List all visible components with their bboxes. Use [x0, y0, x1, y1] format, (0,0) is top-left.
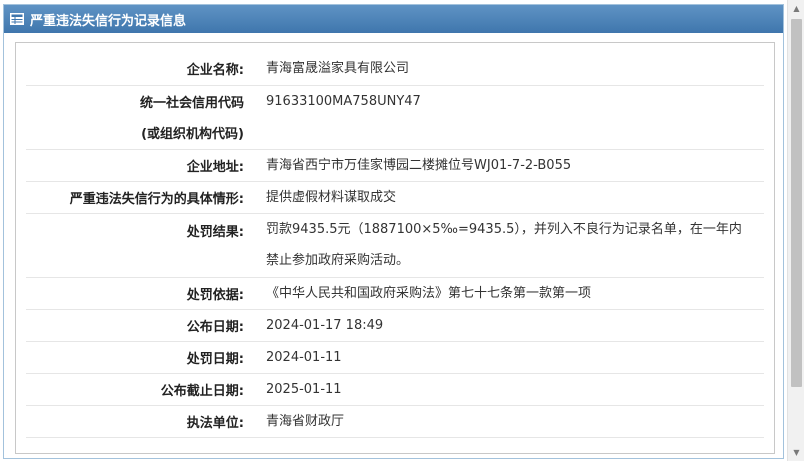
row-company-name: 企业名称: 青海富晟溢家具有限公司 — [26, 53, 764, 85]
row-credit-code: 统一社会信用代码 91633100MA758UNY47 — [26, 85, 764, 117]
table-icon — [10, 13, 24, 25]
row-enforcement-unit: 执法单位: 青海省财政厅 — [26, 405, 764, 437]
label-enforcement-unit: 执法单位: — [186, 415, 244, 431]
label-credit-code: 统一社会信用代码 — [139, 95, 244, 111]
value-violation: 提供虚假材料谋取成交 — [266, 189, 397, 205]
row-credit-code-sub: (或组织机构代码) — [26, 117, 764, 149]
value-company-name: 青海富晟溢家具有限公司 — [266, 61, 410, 77]
value-enforcement-unit: 青海省财政厅 — [266, 413, 345, 429]
record-table-frame: 企业名称: 青海富晟溢家具有限公司 统一社会信用代码 91633100MA758… — [15, 42, 775, 454]
row-violation: 严重违法失信行为的具体情形: 提供虚假材料谋取成交 — [26, 181, 764, 213]
label-org-code: (或组织机构代码) — [141, 127, 244, 143]
value-penalty-date: 2024-01-11 — [266, 349, 342, 365]
scrollbar-thumb[interactable] — [791, 19, 802, 387]
row-publish-date: 公布日期: 2024-01-17 18:49 — [26, 309, 764, 341]
label-penalty-result: 处罚结果: — [186, 224, 244, 240]
value-publish-date: 2024-01-17 18:49 — [266, 317, 384, 333]
value-penalty-result-line1: 罚款9435.5元（1887100×5‰=9435.5），并列入不良行为记录名单… — [266, 222, 742, 237]
label-publish-date: 公布日期: — [186, 319, 244, 335]
label-publish-end-date: 公布截止日期: — [160, 383, 244, 399]
value-address: 青海省西宁市万佳家博园二楼摊位号WJ01-7-2-B055 — [266, 157, 572, 173]
label-company-name: 企业名称: — [186, 63, 244, 79]
row-penalty-result: 处罚结果: 罚款9435.5元（1887100×5‰=9435.5），并列入不良… — [26, 213, 764, 277]
scroll-up-arrow-icon[interactable]: ▲ — [788, 0, 804, 17]
label-penalty-basis: 处罚依据: — [186, 287, 244, 303]
vertical-scrollbar[interactable]: ▲ ▼ — [787, 0, 804, 461]
row-publish-end-date: 公布截止日期: 2025-01-11 — [26, 373, 764, 405]
label-address: 企业地址: — [186, 159, 244, 175]
value-penalty-basis: 《中华人民共和国政府采购法》第七十七条第一款第一项 — [266, 285, 592, 301]
value-credit-code: 91633100MA758UNY47 — [266, 93, 421, 109]
value-penalty-result-line2: 禁止参加政府采购活动。 — [266, 253, 410, 268]
record-panel: 严重违法失信行为记录信息 企业名称: 青海富晟溢家具有限公司 统一社会信用代码 … — [3, 4, 784, 459]
value-publish-end-date: 2025-01-11 — [266, 381, 342, 397]
row-address: 企业地址: 青海省西宁市万佳家博园二楼摊位号WJ01-7-2-B055 — [26, 149, 764, 181]
row-penalty-basis: 处罚依据: 《中华人民共和国政府采购法》第七十七条第一款第一项 — [26, 277, 764, 309]
record-table: 企业名称: 青海富晟溢家具有限公司 统一社会信用代码 91633100MA758… — [26, 53, 764, 438]
panel-title: 严重违法失信行为记录信息 — [30, 13, 187, 29]
label-violation: 严重违法失信行为的具体情形: — [69, 191, 244, 207]
label-penalty-date: 处罚日期: — [186, 351, 244, 367]
row-penalty-date: 处罚日期: 2024-01-11 — [26, 341, 764, 373]
scroll-down-arrow-icon[interactable]: ▼ — [788, 444, 804, 461]
panel-header: 严重违法失信行为记录信息 — [4, 5, 783, 33]
